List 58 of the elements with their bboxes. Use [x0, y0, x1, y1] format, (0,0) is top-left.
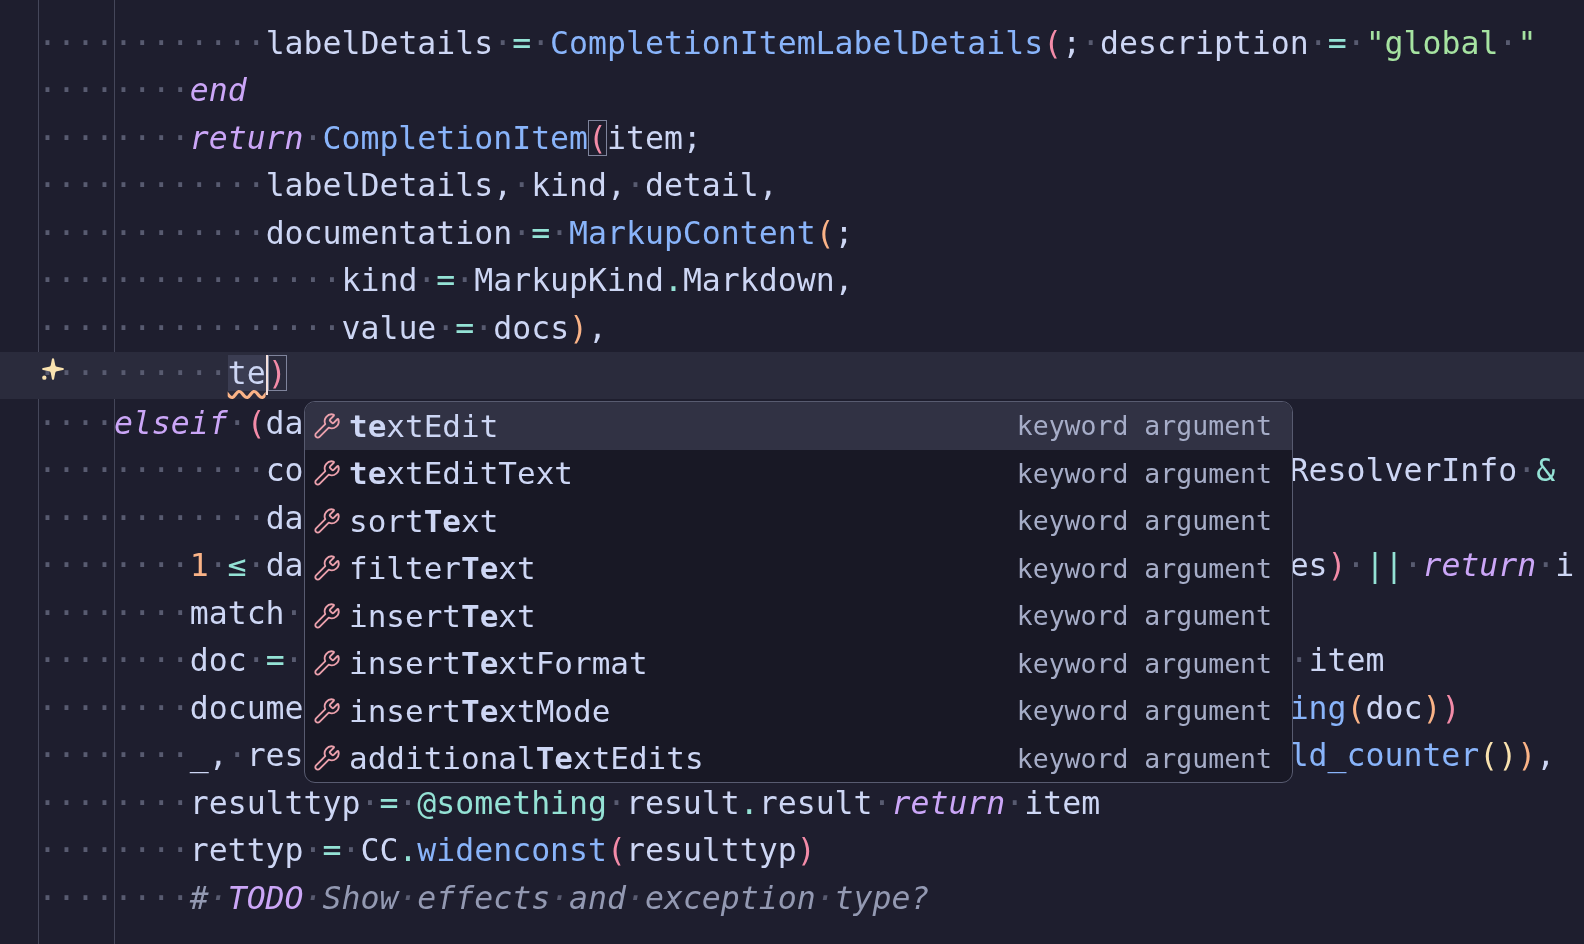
completion-item[interactable]: sortText keyword argument [305, 497, 1292, 545]
completion-detail: keyword argument [1016, 410, 1272, 442]
code-line: ········_,·res [38, 737, 304, 774]
code-line: ·item [1289, 642, 1385, 679]
completion-label: additionalTextEdits [349, 740, 704, 777]
code-line: ················kind·=·MarkupKind.Markdown, [38, 262, 854, 299]
completion-item[interactable]: filterText keyword argument [305, 544, 1292, 592]
wrench-icon [313, 554, 341, 583]
code-line: ········#·TODO·Show·effects·and·exception·type? [38, 879, 930, 916]
wrench-icon [313, 696, 341, 725]
completion-item[interactable]: textEdit keyword argument [305, 402, 1292, 450]
code-line: ········doc·=· [38, 642, 304, 679]
code-line: ing(doc)) [1289, 689, 1461, 726]
code-line: ············labelDetails,·kind,·detail, [38, 167, 778, 204]
code-editor[interactable] [0, 0, 1584, 944]
wrench-icon [313, 649, 341, 678]
code-line: ResolverInfo·& [1289, 452, 1556, 489]
completion-item[interactable]: insertTextMode keyword argument [305, 687, 1292, 735]
completion-detail: keyword argument [1016, 457, 1272, 489]
completion-detail: keyword argument [1016, 600, 1272, 632]
code-line: ········1·≤·da [38, 547, 304, 584]
wrench-icon [313, 411, 341, 440]
completion-detail: keyword argument [1016, 695, 1272, 727]
wrench-icon [313, 506, 341, 535]
code-line: ············co [38, 452, 304, 489]
completion-item[interactable]: insertTextFormat keyword argument [305, 639, 1292, 687]
code-line: ············da [38, 499, 304, 536]
completion-item[interactable]: textEditText keyword argument [305, 449, 1292, 497]
wrench-icon [313, 601, 341, 630]
wrench-icon [313, 744, 341, 773]
code-line: ············documentation·=·MarkupContent(; [38, 214, 854, 251]
completion-item[interactable]: insertText keyword argument [305, 592, 1292, 640]
completion-detail: keyword argument [1016, 505, 1272, 537]
code-line: es)·||·return·i [1289, 547, 1575, 584]
code-line: ········end [38, 72, 247, 109]
completion-label: textEditText [349, 455, 573, 492]
code-line: ········rettyp·=·CC.widenconst(resulttyp) [38, 832, 816, 869]
code-line: ld_counter()), [1289, 737, 1556, 774]
completion-detail: keyword argument [1016, 552, 1272, 584]
completion-label: insertText [349, 597, 536, 634]
text-cursor [265, 355, 268, 396]
completion-detail: keyword argument [1016, 742, 1272, 774]
completion-label: sortText [349, 502, 499, 539]
sparkle-icon[interactable] [40, 355, 66, 382]
completion-label: insertTextFormat [349, 645, 648, 682]
code-line: ············labelDetails·=·CompletionItemLabelDetails(;·description·=·"global·" [38, 24, 1537, 61]
code-line: ········return·CompletionItem(item; [38, 119, 702, 156]
completion-label: insertTextMode [349, 692, 611, 729]
completion-detail: keyword argument [1016, 647, 1272, 679]
wrench-icon [313, 459, 341, 488]
code-line: ········match· [38, 594, 304, 631]
completion-label: filterText [349, 550, 536, 587]
completion-item[interactable]: additionalTextEdits keyword argument [305, 734, 1292, 782]
code-line: ····elseif·(da [38, 404, 304, 441]
code-line: ········resulttyp·=·@something·result.result·return·item [38, 784, 1101, 821]
code-line: ········docume [38, 689, 304, 726]
code-line: ················value·=·docs), [38, 309, 608, 346]
completion-label: textEdit [349, 407, 499, 444]
